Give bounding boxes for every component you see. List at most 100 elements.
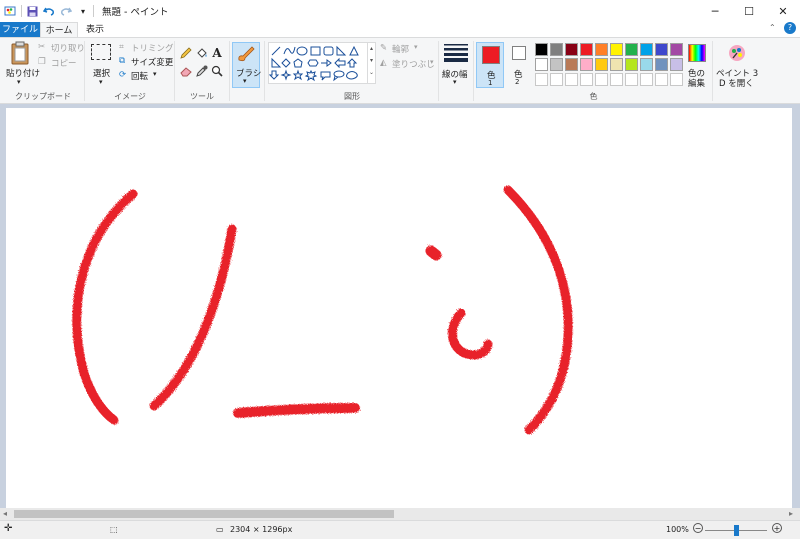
palette-swatch[interactable] xyxy=(565,73,578,86)
minimize-button[interactable]: ─ xyxy=(698,0,732,22)
scroll-right-icon[interactable]: ▸ xyxy=(789,509,793,518)
color1-number: 1 xyxy=(488,79,493,87)
maximize-button[interactable]: ☐ xyxy=(732,0,766,22)
palette-swatch[interactable] xyxy=(550,73,563,86)
paste-button[interactable]: 貼り付け ▾ xyxy=(4,41,40,87)
rotate-button[interactable]: ⟳ 回転 ▾ xyxy=(119,70,171,82)
eye-dot-stroke xyxy=(425,245,442,261)
window-title: 無題 - ペイント xyxy=(102,7,169,18)
color1-button[interactable]: 色 1 xyxy=(476,42,504,88)
colors-group-label: 色 xyxy=(589,92,598,101)
tools-group-label: ツール xyxy=(190,92,214,101)
palette-swatch[interactable] xyxy=(670,73,683,86)
outline-dropdown-icon: ▾ xyxy=(414,43,418,51)
help-icon[interactable]: ? xyxy=(784,22,796,34)
shapes-scroll-icon[interactable]: ▴ ▾ ⌄ xyxy=(368,42,376,84)
canvas-size-icon: ▭ xyxy=(216,525,224,534)
paste-label: 貼り付け xyxy=(6,69,41,79)
palette-swatch[interactable] xyxy=(670,58,683,71)
palette-swatch[interactable] xyxy=(580,58,593,71)
color2-swatch[interactable] xyxy=(512,46,526,60)
palette-swatch[interactable] xyxy=(565,43,578,56)
cursor-position-icon: ✛ xyxy=(4,523,13,534)
tab-file[interactable]: ファイル xyxy=(0,22,40,38)
collapse-ribbon-icon[interactable]: ⌃ xyxy=(769,23,776,32)
shape-fill-button[interactable]: ◭ 塗りつぶし ▾ xyxy=(380,58,436,70)
palette-swatch[interactable] xyxy=(640,43,653,56)
rotate-label: 回転 xyxy=(131,72,149,82)
copy-button[interactable]: ❐ コピー xyxy=(38,57,82,69)
palette-swatch[interactable] xyxy=(655,73,668,86)
underscore-stroke xyxy=(233,403,360,418)
palette-swatch[interactable] xyxy=(550,58,563,71)
shape-outline-button[interactable]: ✎ 輪郭 ▾ xyxy=(380,43,430,55)
palette-swatch[interactable] xyxy=(625,73,638,86)
drawing-canvas[interactable] xyxy=(6,108,792,508)
redo-icon[interactable] xyxy=(59,4,73,18)
separator xyxy=(473,41,474,101)
palette-swatch[interactable] xyxy=(535,58,548,71)
separator xyxy=(229,41,230,101)
color-picker-icon[interactable] xyxy=(196,65,208,77)
select-button[interactable]: 選択 ▾ xyxy=(88,42,114,88)
palette-swatch[interactable] xyxy=(655,43,668,56)
paste-dropdown-icon: ▾ xyxy=(17,78,21,86)
palette-swatch[interactable] xyxy=(550,43,563,56)
brushes-label: ブラシ xyxy=(236,69,262,79)
select-rectangle-icon xyxy=(91,44,111,60)
crop-button[interactable]: ⌗ トリミング xyxy=(119,42,174,54)
brushes-button[interactable]: ブラシ ▾ xyxy=(232,42,262,88)
palette-swatch[interactable] xyxy=(595,58,608,71)
separator xyxy=(174,41,175,101)
left-parenthesis-stroke xyxy=(72,189,138,425)
size-button[interactable]: 線の幅 ▾ xyxy=(441,41,471,89)
palette-swatch[interactable] xyxy=(610,43,623,56)
save-icon[interactable] xyxy=(25,4,39,18)
horizontal-scrollbar[interactable]: ◂ ▸ xyxy=(0,508,800,520)
scrollbar-thumb[interactable] xyxy=(14,510,394,518)
zoom-slider-thumb[interactable] xyxy=(734,525,739,536)
text-tool-icon[interactable]: A xyxy=(211,46,223,60)
palette-swatch[interactable] xyxy=(640,58,653,71)
fill-bucket-icon[interactable] xyxy=(196,47,208,59)
shapes-gallery[interactable] xyxy=(268,42,368,84)
tab-view[interactable]: 表示 xyxy=(80,22,110,38)
paint3d-icon xyxy=(728,44,746,62)
eraser-icon[interactable] xyxy=(180,65,192,77)
palette-swatch[interactable] xyxy=(640,73,653,86)
palette-swatch[interactable] xyxy=(535,73,548,86)
palette-swatch[interactable] xyxy=(580,73,593,86)
zoom-in-button[interactable]: + xyxy=(772,523,782,533)
close-button[interactable]: ✕ xyxy=(766,0,800,22)
open-paint3d-button[interactable]: ペイント 3 D を開く xyxy=(716,42,758,89)
palette-swatch[interactable] xyxy=(595,73,608,86)
select-dropdown-icon: ▾ xyxy=(99,78,103,86)
palette-swatch[interactable] xyxy=(610,73,623,86)
pencil-icon[interactable] xyxy=(180,47,192,59)
palette-swatch[interactable] xyxy=(625,43,638,56)
resize-button[interactable]: ⧉ サイズ変更 xyxy=(119,56,173,68)
palette-swatch[interactable] xyxy=(580,43,593,56)
fill-icon: ◭ xyxy=(380,58,387,68)
palette-swatch[interactable] xyxy=(565,58,578,71)
cut-button[interactable]: ✂ 切り取り xyxy=(38,42,85,54)
separator xyxy=(438,41,439,101)
scroll-left-icon[interactable]: ◂ xyxy=(3,509,7,518)
palette-swatch[interactable] xyxy=(595,43,608,56)
edit-colors-button[interactable]: 色の 編集 xyxy=(686,42,710,89)
palette-swatch[interactable] xyxy=(625,58,638,71)
palette-swatch[interactable] xyxy=(610,58,623,71)
tab-home[interactable]: ホーム xyxy=(40,22,78,38)
resize-icon: ⧉ xyxy=(119,56,126,66)
customize-quick-access-icon[interactable]: ▾ xyxy=(76,4,90,18)
undo-icon[interactable] xyxy=(42,4,56,18)
workspace xyxy=(0,104,800,508)
palette-swatch[interactable] xyxy=(535,43,548,56)
zoom-out-button[interactable]: − xyxy=(693,523,703,533)
palette-swatch[interactable] xyxy=(670,43,683,56)
selection-size-icon: ⬚ xyxy=(110,525,118,534)
drawing-strokes xyxy=(72,185,573,435)
palette-swatch[interactable] xyxy=(655,58,668,71)
magnifier-icon[interactable] xyxy=(211,65,223,77)
brushes-dropdown-icon: ▾ xyxy=(243,77,247,85)
